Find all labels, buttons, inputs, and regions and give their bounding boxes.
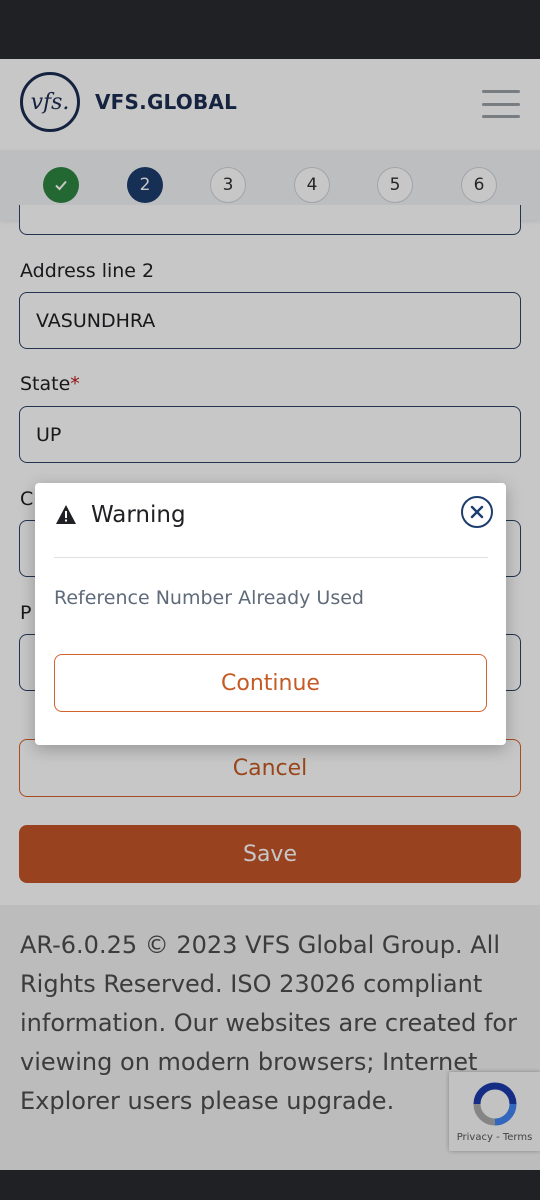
dialog-divider xyxy=(54,557,488,558)
dialog-title: Warning xyxy=(91,502,186,528)
system-navigation-bar xyxy=(0,1170,540,1200)
dialog-message: Reference Number Already Used xyxy=(54,587,364,609)
close-x-glyph xyxy=(470,505,484,519)
system-status-bar xyxy=(0,0,540,59)
warning-icon xyxy=(56,505,76,524)
close-icon[interactable] xyxy=(461,496,493,528)
warning-dialog: Warning Reference Number Already Used Co… xyxy=(35,483,506,745)
continue-button[interactable]: Continue xyxy=(54,654,487,712)
